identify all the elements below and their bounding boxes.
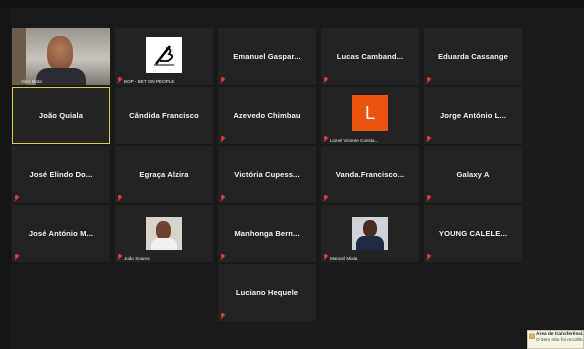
- mic-muted-icon: [220, 195, 225, 201]
- zoom-gallery-view: Vitor Mota BOP - BET ON PEOPLE Emanuel G…: [0, 0, 584, 349]
- participant-tile-manuel[interactable]: Manuel Miala: [321, 205, 419, 262]
- mic-muted-icon: [323, 77, 328, 83]
- mic-muted-icon: [426, 77, 431, 83]
- participant-name: Jorge António L...: [439, 111, 507, 120]
- mic-muted-icon: [117, 77, 122, 83]
- participant-tile-luciano[interactable]: Luciano Hequele: [218, 264, 316, 321]
- participant-tile-eduarda[interactable]: Eduarda Cassange: [424, 28, 522, 85]
- profile-image: [146, 37, 182, 73]
- letter-avatar: L: [352, 95, 388, 131]
- participant-tile-jorge[interactable]: Jorge António L...: [424, 87, 522, 144]
- participant-tile-vitor[interactable]: Vitor Mota: [12, 28, 110, 85]
- mic-muted-icon: [117, 254, 122, 260]
- clipboard-icon: [529, 333, 535, 339]
- participant-name: Egraça Alzira: [139, 170, 189, 179]
- participant-tile-bop[interactable]: BOP - BET ON PEOPLE: [115, 28, 213, 85]
- participant-tile-galaxy[interactable]: Galaxy A: [424, 146, 522, 203]
- participant-name: Vanda.Francisco...: [335, 170, 405, 179]
- participant-tile-azevedo[interactable]: Azevedo Chimbau: [218, 87, 316, 144]
- participant-name: Cândida Francisco: [129, 111, 199, 120]
- participant-tile-jose-antonio[interactable]: José António M...: [12, 205, 110, 262]
- participant-face: [47, 36, 73, 70]
- participant-name: Emanuel Gaspar...: [233, 52, 301, 61]
- bop-logo-icon: [154, 45, 174, 66]
- participant-tile-manhonga[interactable]: Manhonga Bern...: [218, 205, 316, 262]
- participant-shirt: [36, 68, 86, 85]
- video-frame: [12, 28, 110, 85]
- participant-name: YOUNG CALELE...: [438, 229, 508, 238]
- mic-muted-icon: [426, 136, 431, 142]
- participant-name: Luciano Hequele: [235, 288, 299, 297]
- participant-label: Vitor Mota: [21, 79, 42, 84]
- profile-photo: [352, 217, 388, 250]
- participant-name: José António M...: [28, 229, 94, 238]
- right-gutter: [530, 8, 584, 349]
- background-shelf: [12, 28, 26, 85]
- participant-name: Victória Cupess...: [234, 170, 300, 179]
- mic-muted-icon: [14, 254, 19, 260]
- top-bar: [0, 0, 584, 8]
- notification-text: O item não foi recolhido: [536, 338, 584, 343]
- participant-name: José Elindo Do...: [29, 170, 93, 179]
- participant-tile-lionel[interactable]: L Lionel Vicente Consta...: [321, 87, 419, 144]
- participant-label: BOP - BET ON PEOPLE: [124, 79, 175, 84]
- mic-muted-icon: [426, 195, 431, 201]
- participant-name: João Quiala: [38, 111, 84, 120]
- mic-muted-icon: [323, 136, 328, 142]
- participant-name: Eduarda Cassange: [438, 52, 508, 61]
- mic-muted-icon: [14, 195, 19, 201]
- participant-tile-egraca[interactable]: Egraça Alzira: [115, 146, 213, 203]
- left-edge: [0, 8, 11, 349]
- participant-tile-emanuel[interactable]: Emanuel Gaspar...: [218, 28, 316, 85]
- participant-label: João Soares: [124, 256, 150, 261]
- participant-name: Galaxy A: [456, 170, 490, 179]
- participant-tile-joao-quiala[interactable]: João Quiala: [12, 87, 110, 144]
- mic-muted-icon: [426, 254, 431, 260]
- participant-tile-jose-elindo[interactable]: José Elindo Do...: [12, 146, 110, 203]
- clipboard-notification[interactable]: Área de transferência O item não foi rec…: [527, 330, 584, 349]
- participant-name: Lucas Camband...: [336, 52, 404, 61]
- participant-name: Azevedo Chimbau: [233, 111, 301, 120]
- participant-tile-young[interactable]: YOUNG CALELE...: [424, 205, 522, 262]
- participant-label: Lionel Vicente Consta...: [330, 138, 379, 143]
- profile-photo: [146, 217, 182, 250]
- participant-label: Manuel Miala: [330, 256, 358, 261]
- mic-muted-icon: [220, 313, 225, 319]
- mic-muted-icon: [220, 136, 225, 142]
- participant-tile-lucas[interactable]: Lucas Camband...: [321, 28, 419, 85]
- participant-tile-joao-soares[interactable]: João Soares: [115, 205, 213, 262]
- mic-muted-icon: [323, 254, 328, 260]
- mic-muted-icon: [220, 77, 225, 83]
- mic-muted-icon: [220, 254, 225, 260]
- participant-tile-vanda[interactable]: Vanda.Francisco...: [321, 146, 419, 203]
- mic-muted-icon: [323, 195, 328, 201]
- participant-name: Manhonga Bern...: [234, 229, 300, 238]
- participant-tile-victoria[interactable]: Victória Cupess...: [218, 146, 316, 203]
- mic-muted-icon: [117, 195, 122, 201]
- participant-tile-candida[interactable]: Cândida Francisco: [115, 87, 213, 144]
